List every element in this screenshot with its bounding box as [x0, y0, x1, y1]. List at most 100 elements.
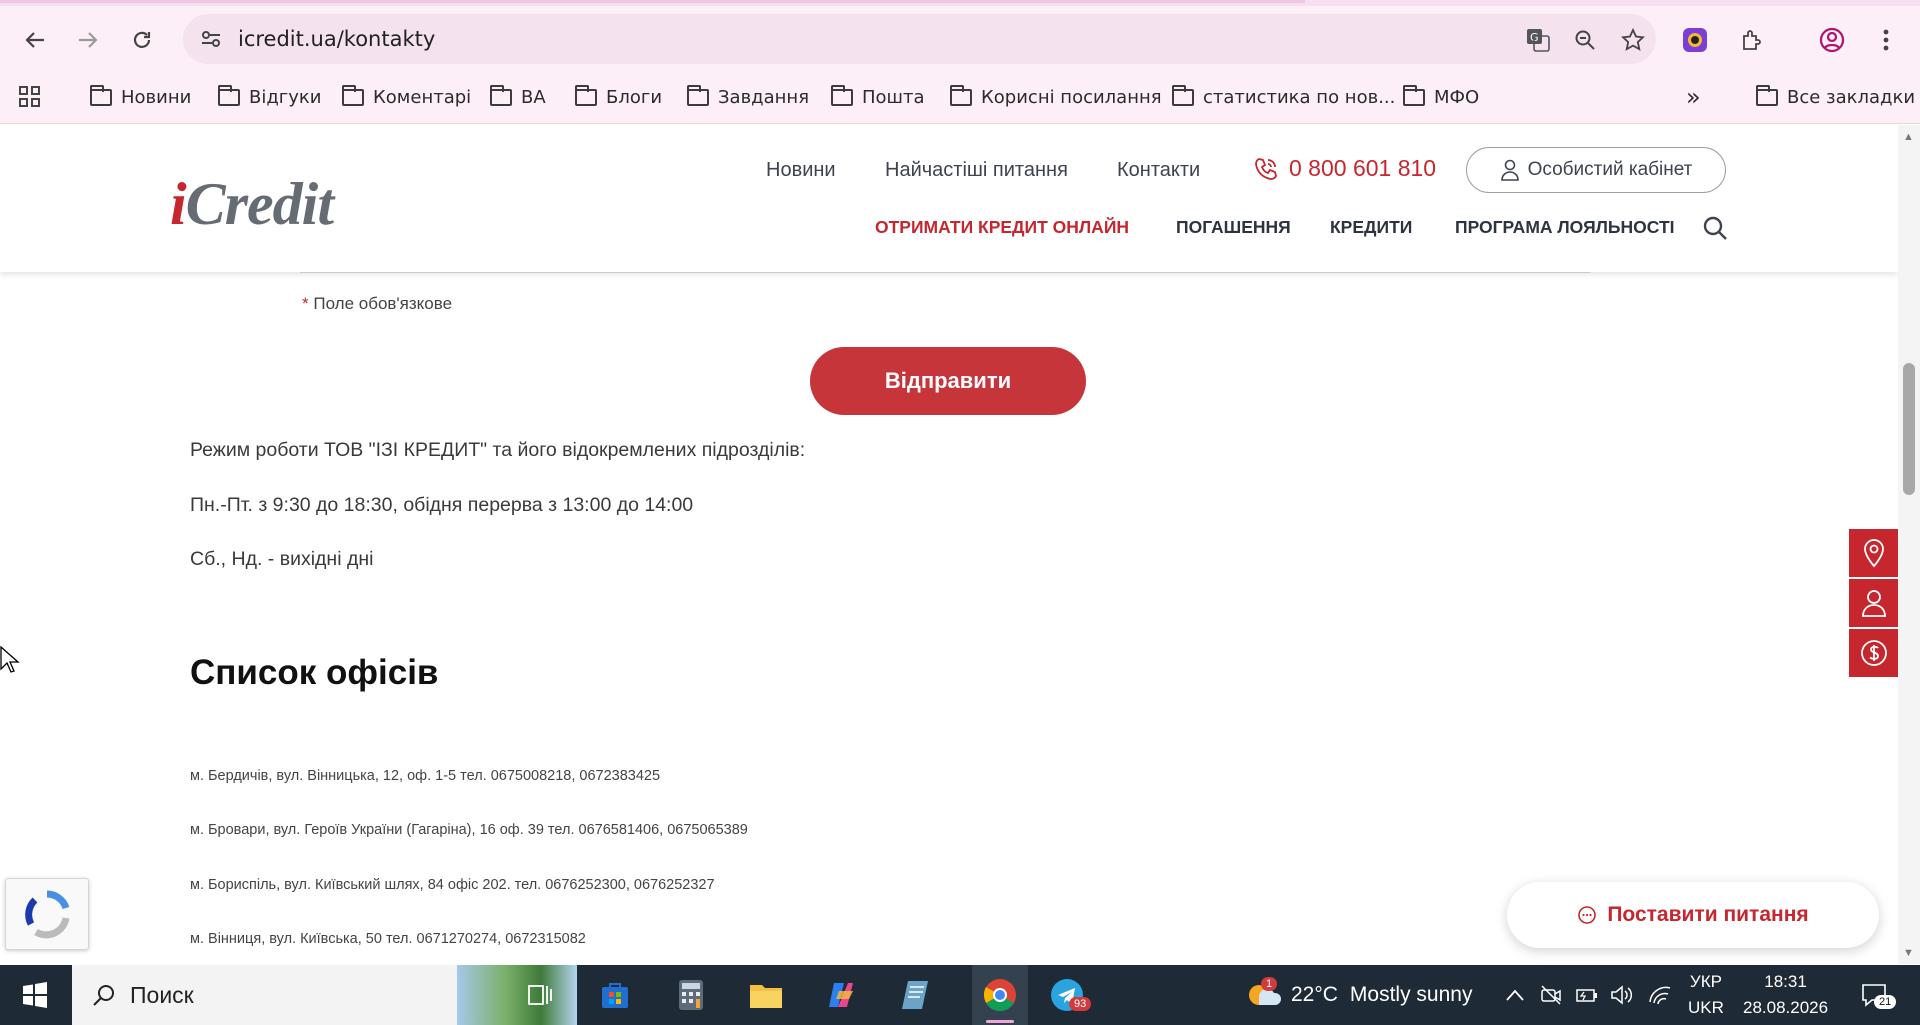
address-bar[interactable]: icredit.ua/kontakty G — [183, 14, 1656, 64]
tray-volume[interactable] — [1610, 965, 1634, 1025]
folder-icon — [342, 84, 364, 106]
language-short: УКР — [1689, 972, 1722, 991]
bookmark-star-icon[interactable] — [1619, 26, 1647, 54]
bookmark-folder[interactable]: Новини — [90, 84, 191, 110]
tray-overflow-chevron[interactable] — [1505, 965, 1525, 1025]
nav-news-link[interactable]: Новини — [766, 159, 836, 182]
task-view-button[interactable] — [520, 975, 560, 1015]
telegram-unread-badge: 93 — [1069, 997, 1092, 1011]
zoom-icon[interactable] — [1571, 26, 1599, 54]
personal-account-button[interactable]: Особистий кабінет — [1466, 147, 1726, 193]
apps-grid-icon[interactable] — [18, 84, 42, 110]
taskbar-search-label: Поиск — [130, 981, 194, 1008]
office-item: м. Вінниця, вул. Київська, 50 тел. 06712… — [190, 931, 586, 947]
scroll-down-arrow[interactable]: ▼ — [1903, 947, 1914, 959]
bookmark-folder[interactable]: МФО — [1403, 84, 1479, 110]
tray-camera-off[interactable] — [1540, 965, 1562, 1025]
bookmark-folder[interactable]: Пошта — [831, 84, 925, 110]
folder-icon — [490, 84, 512, 106]
submit-button[interactable]: Відправити — [810, 347, 1086, 415]
notes-icon — [902, 981, 928, 1009]
taskbar-search[interactable]: Поиск — [72, 965, 577, 1025]
chrome-app-button[interactable] — [972, 965, 1028, 1025]
keyboard-language[interactable]: УКР UKR — [1688, 965, 1724, 1025]
tray-network[interactable] — [1648, 965, 1672, 1025]
bookmark-folder[interactable]: Відгуки — [218, 84, 321, 110]
clock-date: 28.08.2026 — [1743, 998, 1829, 1017]
active-app-indicator — [986, 1020, 1014, 1023]
icredit-logo[interactable]: iCredit — [170, 170, 334, 239]
search-icon[interactable] — [1702, 215, 1728, 241]
bookmark-label: Пошта — [862, 86, 925, 108]
telegram-app-button[interactable]: 93 — [1047, 975, 1092, 1015]
task-view-icon — [528, 985, 552, 1005]
location-pin-icon — [1863, 539, 1884, 568]
forward-button[interactable] — [70, 22, 106, 58]
bookmark-folder[interactable]: статистика по нов... — [1172, 84, 1395, 110]
folder-icon — [1756, 84, 1778, 106]
nav-contacts-link[interactable]: Контакти — [1117, 159, 1200, 182]
bookmark-label: Корисні посилання — [981, 86, 1162, 108]
scroll-up-arrow[interactable]: ▲ — [1903, 131, 1914, 143]
ask-question-button[interactable]: Поставити питання — [1507, 882, 1879, 948]
mouse-cursor-icon — [0, 646, 20, 673]
phone-link[interactable]: 0 800 601 810 — [1253, 155, 1436, 182]
back-button[interactable] — [17, 22, 53, 58]
bookmark-folder[interactable]: Блоги — [575, 84, 662, 110]
all-bookmarks-folder[interactable]: Все закладки — [1756, 84, 1915, 110]
folder-icon — [575, 84, 597, 106]
profile-icon[interactable] — [1814, 22, 1850, 58]
location-button[interactable] — [1849, 529, 1898, 577]
notes-app-button[interactable] — [896, 975, 936, 1015]
bookmark-folder[interactable]: Коментарі — [342, 84, 471, 110]
nav-faq-link[interactable]: Найчастіші питання — [885, 159, 1068, 182]
file-explorer-button[interactable] — [746, 975, 786, 1015]
copilot-app-button[interactable] — [821, 975, 861, 1015]
folder-icon — [90, 84, 112, 106]
nav-get-credit-link[interactable]: ОТРИМАТИ КРЕДИТ ОНЛАЙН — [875, 217, 1129, 238]
form-field-underline — [300, 272, 1590, 273]
scrollbar-thumb[interactable] — [1903, 363, 1915, 495]
bookmark-label: МФО — [1434, 86, 1480, 108]
payment-button[interactable] — [1849, 629, 1898, 677]
copilot-icon — [829, 983, 853, 1007]
bookmark-label: Новини — [121, 86, 192, 108]
forward-arrow-icon — [79, 32, 98, 48]
bookmark-label: Відгуки — [249, 86, 322, 108]
nav-repayment-link[interactable]: ПОГАШЕННЯ — [1176, 217, 1291, 238]
url-text[interactable]: icredit.ua/kontakty — [238, 27, 435, 51]
account-button[interactable] — [1849, 579, 1898, 627]
bookmark-folder[interactable]: Корисні посилання — [950, 84, 1162, 110]
site-settings-icon[interactable] — [197, 25, 225, 53]
translate-icon[interactable]: G — [1524, 26, 1552, 54]
bookmark-label: Завдання — [718, 86, 810, 108]
recaptcha-badge[interactable] — [5, 878, 89, 950]
store-icon — [602, 983, 628, 1008]
more-bookmarks-button[interactable]: » — [1686, 83, 1701, 111]
personal-account-label: Особистий кабінет — [1527, 159, 1693, 180]
extension-color-icon[interactable] — [1677, 22, 1713, 58]
reload-button[interactable] — [124, 22, 160, 58]
store-app-button[interactable] — [595, 975, 635, 1015]
page-scrollbar[interactable]: ▲ ▼ — [1898, 125, 1920, 964]
browser-toolbar: icredit.ua/kontakty G — [0, 6, 1920, 72]
nav-loyalty-link[interactable]: ПРОГРАМА ЛОЯЛЬНОСТІ — [1455, 217, 1675, 238]
bookmark-folder[interactable]: Завдання — [687, 84, 809, 110]
schedule-heading: Режим роботи ТОВ "ІЗІ КРЕДИТ" та його ві… — [190, 439, 806, 461]
battery-icon — [1576, 989, 1597, 1002]
weather-widget[interactable]: 1 22°C Mostly sunny — [1245, 965, 1472, 1025]
bookmark-folder[interactable]: ВА — [490, 84, 546, 110]
folder-icon — [1403, 84, 1425, 106]
active-tab-indicator[interactable] — [0, 0, 1305, 3]
notification-center-button[interactable]: 21 — [1860, 965, 1897, 1025]
browser-menu-icon[interactable] — [1868, 22, 1904, 58]
folder-icon — [687, 84, 709, 106]
tray-battery[interactable] — [1575, 965, 1599, 1025]
recaptcha-icon — [25, 890, 70, 939]
taskbar-clock[interactable]: 18:31 28.08.2026 — [1743, 965, 1828, 1025]
nav-credits-link[interactable]: КРЕДИТИ — [1330, 217, 1412, 238]
windows-start-button[interactable] — [15, 975, 55, 1015]
bookmark-label: ВА — [521, 86, 546, 108]
calculator-app-button[interactable] — [671, 975, 711, 1015]
extensions-puzzle-icon[interactable] — [1734, 22, 1770, 58]
